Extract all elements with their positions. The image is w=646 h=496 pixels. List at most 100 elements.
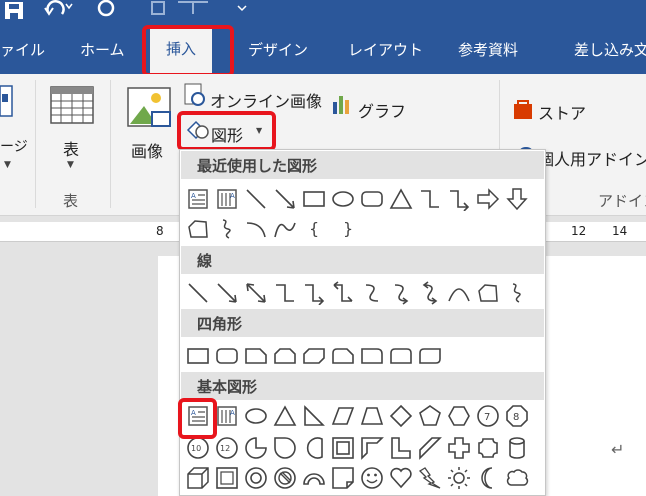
elbow-double-arrow-connector-shape-icon[interactable] (331, 281, 355, 305)
pictures-button-label[interactable]: 画像 (131, 138, 163, 162)
vertical-text-box-shape-icon[interactable]: A (215, 404, 239, 428)
moon-shape-icon[interactable] (476, 466, 500, 490)
arrow-line-shape-icon[interactable] (273, 187, 297, 211)
elbow-connector-shape-icon[interactable] (273, 281, 297, 305)
line-shape-icon[interactable] (244, 187, 268, 211)
dodecagon-shape-icon[interactable]: 12 (215, 436, 239, 460)
pie-shape-icon[interactable] (244, 436, 268, 460)
cover-page-label[interactable]: ージ (0, 136, 28, 156)
round-same-side-rectangle-shape-icon[interactable] (389, 344, 413, 368)
right-triangle-shape-icon[interactable] (302, 404, 326, 428)
donut-shape-icon[interactable] (244, 466, 268, 490)
isosceles-triangle-shape-icon[interactable] (273, 404, 297, 428)
plus-shape-icon[interactable] (447, 436, 471, 460)
diagonal-stripe-shape-icon[interactable] (418, 436, 442, 460)
block-arc-shape-icon[interactable] (302, 466, 326, 490)
rectangle-shape-icon[interactable] (186, 344, 210, 368)
vertical-text-box-shape-icon[interactable]: A (215, 187, 239, 211)
frame-shape-icon[interactable] (331, 436, 355, 460)
tab-references[interactable]: 参考資料 (458, 39, 518, 60)
snip-round-rectangle-shape-icon[interactable] (331, 344, 355, 368)
scribble-shape-icon[interactable] (215, 217, 239, 241)
round-single-corner-rectangle-shape-icon[interactable] (360, 344, 384, 368)
elbow-connector-shape-icon[interactable] (418, 187, 442, 211)
cover-page-dropdown-icon[interactable]: ▼ (4, 160, 11, 170)
curved-connector-shape-icon[interactable] (360, 281, 384, 305)
arrow-line-shape-icon[interactable] (215, 281, 239, 305)
freeform-shape-icon[interactable] (476, 281, 500, 305)
no-symbol-shape-icon[interactable] (273, 466, 297, 490)
table-icon[interactable] (50, 86, 94, 128)
store-button-label[interactable]: ストア (538, 100, 586, 124)
rectangle-shape-icon[interactable] (302, 187, 326, 211)
online-pictures-label[interactable]: オンライン画像 (210, 88, 322, 112)
quick-access-customize-icon[interactable] (148, 0, 248, 24)
snip-single-corner-rectangle-shape-icon[interactable] (244, 344, 268, 368)
rounded-rectangle-shape-icon[interactable] (215, 344, 239, 368)
lightning-bolt-shape-icon[interactable] (418, 466, 442, 490)
left-brace-shape-icon[interactable]: { (302, 217, 326, 241)
table-button-label[interactable]: 表 (63, 136, 79, 160)
undo-icon[interactable] (44, 0, 74, 24)
half-frame-shape-icon[interactable] (360, 436, 384, 460)
double-arrow-line-shape-icon[interactable] (244, 281, 268, 305)
bevel-shape-icon[interactable] (215, 466, 239, 490)
heart-shape-icon[interactable] (389, 466, 413, 490)
plaque-shape-icon[interactable] (476, 436, 500, 460)
chart-button-label[interactable]: グラフ (358, 98, 406, 122)
freeform-shape-icon[interactable] (186, 217, 210, 241)
parallelogram-shape-icon[interactable] (331, 404, 355, 428)
my-addins-label[interactable]: 個人用アドイン (538, 146, 646, 170)
tab-layout[interactable]: レイアウト (348, 39, 423, 60)
decagon-shape-icon[interactable]: 10 (186, 436, 210, 460)
text-box-shape-icon[interactable]: A (186, 187, 210, 211)
oval-shape-icon[interactable] (244, 404, 268, 428)
right-arrow-shape-icon[interactable] (476, 187, 500, 211)
triangle-shape-icon[interactable] (389, 187, 413, 211)
pictures-icon[interactable] (126, 86, 172, 136)
trapezoid-shape-icon[interactable] (360, 404, 384, 428)
snip-same-side-rectangle-shape-icon[interactable] (273, 344, 297, 368)
round-diagonal-rectangle-shape-icon[interactable] (418, 344, 442, 368)
shapes-button-highlight (177, 111, 276, 151)
online-pictures-icon[interactable] (184, 83, 206, 111)
tab-home[interactable]: ホーム (80, 39, 125, 60)
store-icon[interactable] (512, 98, 534, 124)
table-dropdown-icon[interactable]: ▼ (67, 160, 74, 170)
curved-double-arrow-connector-shape-icon[interactable] (418, 281, 442, 305)
tab-design[interactable]: デザイン (248, 39, 308, 60)
heptagon-shape-icon[interactable]: 7 (476, 404, 500, 428)
tab-file[interactable]: ァイル (0, 39, 45, 60)
line-shape-icon[interactable] (186, 281, 210, 305)
hexagon-shape-icon[interactable] (447, 404, 471, 428)
save-icon[interactable] (4, 2, 26, 24)
snip-diagonal-rectangle-shape-icon[interactable] (302, 344, 326, 368)
folded-corner-shape-icon[interactable] (331, 466, 355, 490)
tab-mailings[interactable]: 差し込み文 (574, 39, 646, 60)
cover-page-icon[interactable] (0, 84, 14, 124)
elbow-arrow-connector-shape-icon[interactable] (447, 187, 471, 211)
chart-icon[interactable] (331, 94, 353, 118)
curve-shape-icon[interactable] (273, 217, 297, 241)
octagon-shape-icon[interactable]: 8 (505, 404, 529, 428)
elbow-arrow-connector-shape-icon[interactable] (302, 281, 326, 305)
sun-shape-icon[interactable] (447, 466, 471, 490)
oval-shape-icon[interactable] (331, 187, 355, 211)
cloud-shape-icon[interactable] (505, 466, 529, 490)
can-shape-icon[interactable] (505, 436, 529, 460)
pentagon-shape-icon[interactable] (418, 404, 442, 428)
curved-arrow-connector-shape-icon[interactable] (389, 281, 413, 305)
l-shape-icon[interactable] (389, 436, 413, 460)
cube-shape-icon[interactable] (186, 466, 210, 490)
right-brace-shape-icon[interactable]: } (336, 217, 360, 241)
redo-icon[interactable] (96, 0, 118, 24)
arc-shape-icon[interactable] (244, 217, 268, 241)
teardrop-shape-icon[interactable] (273, 436, 297, 460)
diamond-shape-icon[interactable] (389, 404, 413, 428)
rounded-rectangle-shape-icon[interactable] (360, 187, 384, 211)
chord-shape-icon[interactable] (302, 436, 326, 460)
curve-shape-icon[interactable] (447, 281, 471, 305)
down-arrow-shape-icon[interactable] (505, 187, 529, 211)
smiley-face-shape-icon[interactable] (360, 466, 384, 490)
scribble-shape-icon[interactable] (505, 281, 529, 305)
